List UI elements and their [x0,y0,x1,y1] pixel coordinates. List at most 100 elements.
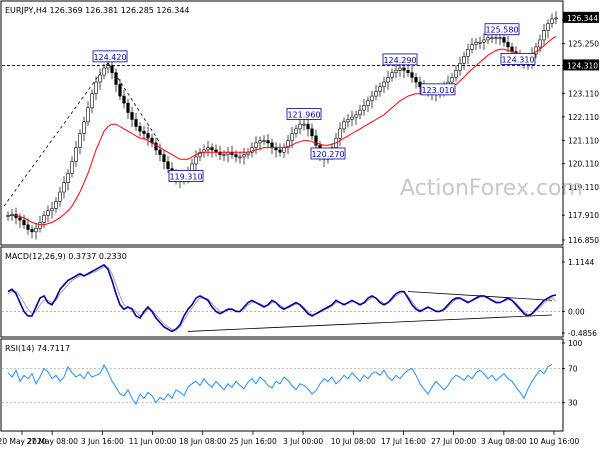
candle-body [158,149,162,155]
candle-body [130,112,134,120]
annotation-label: 123.010 [421,86,454,95]
annotation-label: 119.310 [169,172,202,181]
candle-body [50,208,54,212]
rsi-tick-label: 100 [568,339,583,348]
price-annotation: 124.420 [92,50,128,63]
candle-body [266,140,270,144]
annotation-label: 124.310 [501,55,534,64]
candle-body [538,39,542,48]
price-annotation: 120.270 [310,147,346,160]
candle-body [78,133,82,148]
axis-layer: 126.250125.250124.310123.110122.110121.1… [0,11,599,446]
candle-body [258,140,262,144]
candle-body [314,135,318,146]
candle-body [546,23,550,31]
rsi-layer [2,363,562,406]
candle-body [454,70,458,78]
price-tick-label: 121.110 [568,136,599,145]
x-tick-label: 3 Aug 08:00 [481,437,527,446]
candle-body [162,154,166,162]
candle-body [22,219,26,226]
candle-body [498,37,502,39]
price-tick-label: 122.110 [568,113,599,122]
candle-body [118,84,122,97]
candle-body [190,163,194,172]
candle-body [30,229,34,233]
candle-body [54,201,58,209]
candle-body [402,67,406,71]
candle-body [470,44,474,50]
candle-body [74,147,78,162]
current-price-label: 126.344 [567,14,598,23]
macd-tick-label: 0.00 [568,307,585,316]
price-tick-label: 117.910 [568,211,599,220]
candle-body [110,65,114,73]
candle-body [270,142,274,148]
x-tick-label: 10 Jul 08:00 [331,437,376,446]
candle-body [482,39,486,43]
price-annotation: 119.310 [168,170,204,182]
candle-body [366,100,370,106]
rsi-title: RSI(14) 74.7117 [5,344,70,353]
candle-body [346,119,350,123]
candle-body [358,109,362,116]
candle-body [462,56,466,64]
price-tick-label: 123.110 [568,90,599,99]
candle-body [474,41,478,45]
candle-body [206,147,210,151]
candle-body [370,95,374,102]
annotation-label: 124.420 [93,53,126,62]
price-annotation: 124.290 [382,53,418,66]
candle-body [94,81,98,95]
candle-body [294,128,298,134]
candle-body [478,41,482,44]
candle-body [146,133,150,139]
candle-body [534,46,538,55]
candle-body [354,114,358,118]
annotation-label: 121.960 [287,110,320,119]
candle-body [342,121,346,130]
price-annotation: 125.580 [484,23,520,36]
macd-series-line [7,263,557,333]
candle-body [82,121,86,134]
candle-body [210,147,214,151]
candle-body [26,224,30,230]
macd-layer [2,263,562,333]
candle-body [58,191,62,202]
macd-tick-label: 1.1144 [568,258,594,267]
rsi-tick-label: 70 [568,365,578,374]
candle-body [282,147,286,153]
candle-body [98,74,102,83]
candle-body [46,210,50,216]
macd-tick-label: -0.4856 [568,329,597,338]
candle-body [506,41,510,48]
candle-body [166,161,170,169]
x-tick-label: 10 Aug 16:00 [529,437,580,446]
candle-body [86,107,90,123]
candle-body [298,123,302,130]
x-tick-label: 18 Jun 08:00 [179,437,227,446]
candle-body [62,182,66,193]
candle-body [490,37,494,39]
price-tick-label: 120.110 [568,160,599,169]
candle-body [486,37,490,41]
x-tick-label: 3 Jun 16:00 [81,437,124,446]
candle-body [378,86,382,92]
candle-body [290,133,294,141]
candle-body [450,77,454,83]
watermark: ActionForex.com [400,176,583,201]
annotation-label: 120.270 [311,150,344,159]
level-price-label: 124.310 [567,61,598,70]
annotation-label: 125.580 [485,26,518,35]
price-layer: 124.420 119.310 121.960 120.270 124.290 123.0… [2,11,562,240]
price-annotation: 121.960 [286,108,322,120]
candle-body [234,154,238,158]
macd-series-line [7,266,557,330]
price-annotation: 124.310 [500,53,536,65]
candle-body [114,72,118,85]
symbol-header: EURJPY,H4 126.369 126.381 126.285 126.34… [5,6,190,15]
candle-body [142,130,146,134]
candle-body [310,128,314,137]
candle-body [406,70,410,73]
trend-line-up [3,62,109,207]
